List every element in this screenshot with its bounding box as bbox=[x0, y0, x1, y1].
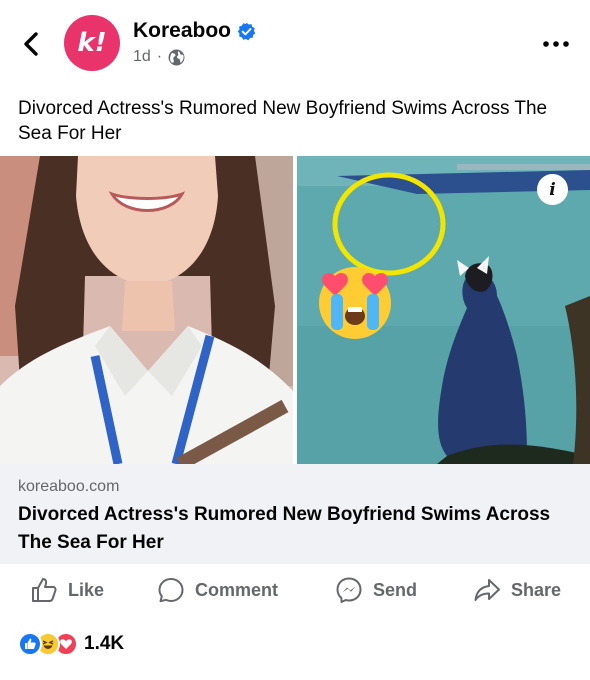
thumbs-up-icon bbox=[32, 578, 57, 602]
more-options-icon[interactable] bbox=[542, 36, 570, 52]
back-arrow-icon[interactable] bbox=[18, 30, 46, 58]
post-header: k! Koreaboo 1d · bbox=[0, 0, 590, 88]
link-domain: koreaboo.com bbox=[18, 478, 120, 495]
page-name[interactable]: Koreaboo bbox=[133, 19, 231, 43]
comment-button[interactable]: Comment bbox=[157, 576, 278, 604]
send-label: Send bbox=[373, 579, 418, 600]
post-media[interactable]: i bbox=[0, 156, 590, 464]
messenger-icon bbox=[336, 577, 362, 603]
reaction-summary[interactable]: 1.4K bbox=[18, 632, 124, 656]
like-button[interactable]: Like bbox=[30, 576, 104, 604]
comment-icon bbox=[158, 578, 184, 603]
share-label: Share bbox=[511, 579, 562, 600]
portrait-image[interactable] bbox=[0, 156, 293, 464]
page-name-row: Koreaboo bbox=[133, 19, 256, 43]
link-title: Divorced Actress's Rumored New Boyfriend… bbox=[18, 504, 551, 553]
send-button[interactable]: Send bbox=[335, 576, 417, 604]
post-meta: 1d · bbox=[133, 48, 185, 66]
share-icon bbox=[474, 579, 500, 601]
link-preview[interactable]: koreaboo.com Divorced Actress's Rumored … bbox=[0, 464, 590, 564]
like-reaction-icon bbox=[18, 632, 42, 656]
like-label: Like bbox=[68, 579, 105, 600]
comment-label: Comment bbox=[195, 579, 279, 600]
globe-icon bbox=[168, 49, 185, 65]
share-button[interactable]: Share bbox=[473, 576, 561, 604]
verified-badge-icon bbox=[237, 22, 256, 40]
meta-separator: · bbox=[156, 48, 163, 65]
post-actions: Like Comment Send Share bbox=[0, 566, 590, 616]
heart-eyes-crying-emoji bbox=[319, 267, 391, 339]
post-timestamp[interactable]: 1d bbox=[133, 48, 151, 66]
avatar-logo-text: k! bbox=[77, 28, 107, 58]
post-caption: Divorced Actress's Rumored New Boyfriend… bbox=[18, 98, 548, 144]
reaction-count: 1.4K bbox=[84, 633, 125, 654]
info-button[interactable]: i bbox=[537, 174, 568, 205]
page-avatar[interactable]: k! bbox=[64, 15, 120, 71]
